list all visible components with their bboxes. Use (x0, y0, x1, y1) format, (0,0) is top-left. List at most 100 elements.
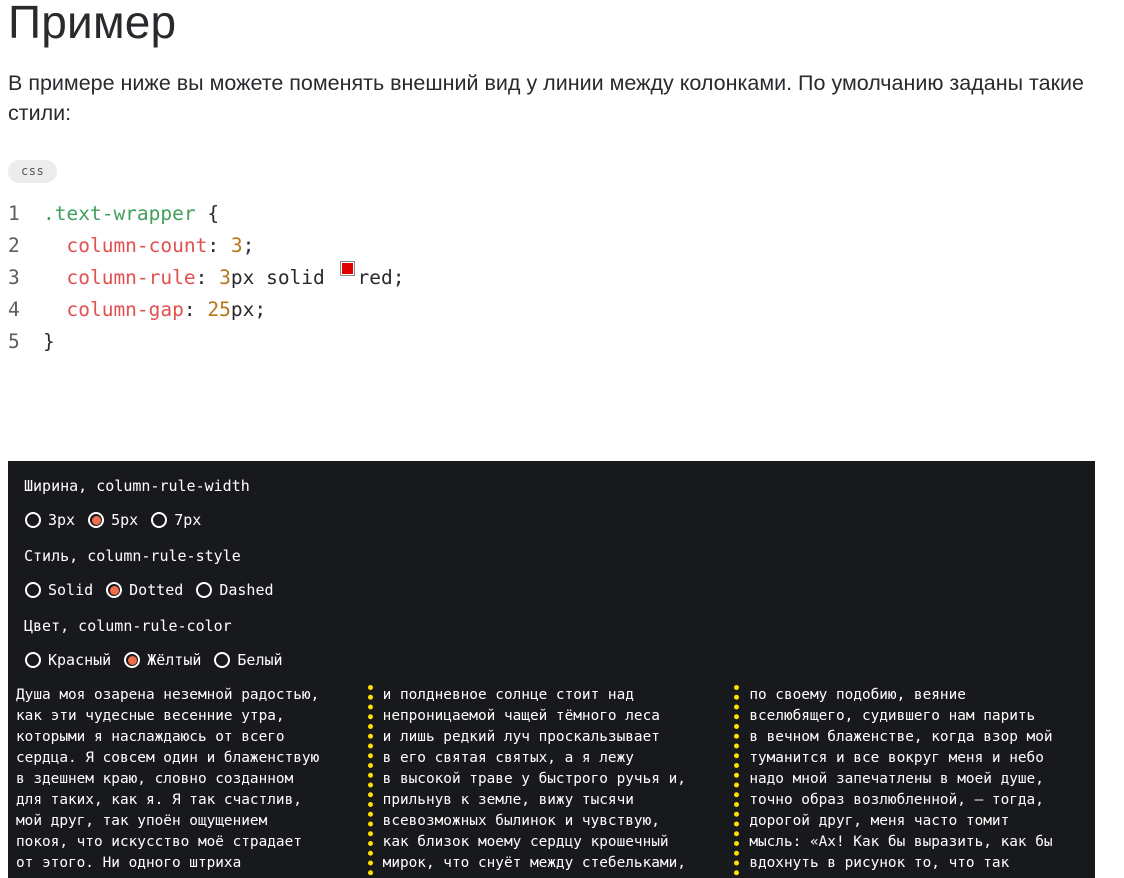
width-radio-group: 3px 5px 7px (25, 509, 214, 531)
code-number: 3 (230, 234, 243, 257)
radio-label: Solid (48, 581, 94, 599)
radio-circle-icon[interactable] (214, 652, 231, 668)
radio-circle-icon[interactable] (106, 582, 123, 598)
radio-circle-icon[interactable] (88, 512, 105, 528)
code-punct: : (195, 266, 220, 289)
code-line: 1 .text-wrapper { (8, 198, 405, 230)
code-line: 2 column-count: 3; (8, 230, 405, 262)
text-line: как эти чудесные весенние утра, (16, 708, 285, 724)
code-block: 1 .text-wrapper { 2 column-count: 3; 3 co… (8, 198, 405, 358)
text-line: в его святая святых, а я лежу (382, 750, 634, 766)
line-number: 1 (8, 202, 20, 225)
code-line: 3 column-rule: 3 px solid red; (8, 261, 405, 294)
style-radio-group: Solid Dotted Dashed (25, 579, 287, 601)
text-line: Душа моя озарена неземной радостью, (16, 687, 320, 703)
radio-style-dotted[interactable]: Dotted (106, 580, 183, 600)
radio-circle-icon[interactable] (25, 512, 41, 528)
line-number: 3 (8, 266, 20, 289)
radio-label: Жёлтый (147, 651, 202, 669)
text-line: сердца. Я совсем один и блаженствую (16, 750, 320, 766)
text-line: всевозможных былинок и чувствую, (382, 813, 660, 829)
radio-color-white[interactable]: Белый (214, 650, 283, 670)
text-line: и полдневное солнце стоит над (382, 687, 634, 703)
radio-circle-icon[interactable] (25, 652, 41, 668)
radio-circle-icon[interactable] (25, 582, 41, 598)
code-property: column-gap (66, 298, 184, 321)
code-language-badge: css (8, 160, 58, 183)
radio-label: Dashed (219, 581, 274, 599)
text-line: мысль: «Ах! Как бы выразить, как бы (749, 834, 1053, 850)
demo-panel: Ширина, column-rule-width 3px 5px 7px Ст… (8, 461, 1095, 878)
code-number: 3 (219, 266, 231, 289)
code-punct: : (183, 298, 208, 321)
code-punct: ; (242, 234, 255, 257)
text-line: в здешнем краю, словно созданном (16, 771, 294, 787)
code-punct: : (207, 234, 231, 257)
text-line: вдохнуть в рисунок то, что так (749, 855, 1010, 871)
radio-label: Dotted (129, 581, 184, 599)
text-line: непроницаемой чащей тёмного леса (382, 708, 660, 724)
radio-circle-icon[interactable] (151, 512, 168, 528)
page-title: Пример (8, 0, 177, 48)
radio-color-yellow[interactable]: Жёлтый (124, 650, 201, 670)
width-group-legend: Ширина, column-rule-width (24, 477, 250, 495)
code-selector: .text-wrapper (43, 202, 196, 225)
code-value: px solid (230, 266, 337, 289)
code-value: red (357, 266, 393, 289)
radio-color-red[interactable]: Красный (25, 650, 111, 670)
text-line: для таких, как я. Я так счастлив, (16, 792, 302, 808)
line-number: 2 (8, 234, 20, 257)
multicolumn-text: Душа моя озарена неземной радостью, как … (16, 685, 1091, 878)
radio-label: 7px (174, 511, 202, 529)
code-line: 5} (8, 326, 405, 358)
color-radio-group: Красный Жёлтый Белый (25, 649, 296, 671)
radio-style-dashed[interactable]: Dashed (196, 580, 274, 600)
text-column: Душа моя озарена неземной радостью, как … (16, 685, 358, 874)
radio-label: Белый (237, 651, 283, 669)
text-line: туманится и все вокруг меня и небо (749, 750, 1044, 766)
color-swatch-icon (339, 261, 355, 276)
text-line: прильнув к земле, вижу тысячи (382, 792, 634, 808)
code-number: 25 (207, 298, 231, 321)
text-line: вселюбящего, судившего нам парить (749, 708, 1036, 724)
code-punct: ; (392, 266, 405, 289)
radio-label: 5px (111, 511, 139, 529)
text-line: и лишь редкий луч проскальзывает (382, 729, 660, 745)
radio-style-solid[interactable]: Solid (25, 580, 93, 600)
text-line: покоя, что искусство моё страдает (16, 834, 302, 850)
color-group-legend: Цвет, column-rule-color (24, 617, 232, 635)
code-punct: } (43, 330, 55, 353)
text-line: которыми я наслаждаюсь от всего (16, 729, 285, 745)
radio-label: 3px (48, 511, 76, 529)
text-line: дорогой друг, меня часто томит (749, 813, 1010, 829)
text-line: по своему подобию, веяние (749, 687, 966, 703)
code-property: column-rule (66, 266, 196, 289)
text-line: от этого. Ни одного штриха (16, 855, 242, 871)
intro-paragraph: В примере ниже вы можете поменять внешни… (8, 71, 1084, 125)
text-column: и полдневное солнце стоит над непроницае… (383, 685, 725, 874)
radio-width-3px[interactable]: 3px (25, 510, 75, 530)
radio-circle-icon[interactable] (196, 582, 213, 598)
line-number: 5 (8, 330, 20, 353)
text-column: по своему подобию, веяние вселюбящего, с… (749, 685, 1091, 874)
text-line: надо мной запечатлены в моей душе, (749, 771, 1044, 787)
radio-width-5px[interactable]: 5px (88, 510, 138, 530)
code-punct: { (195, 202, 220, 225)
text-line: мирок, что снуёт между стебельками, (382, 855, 686, 871)
text-line: точно образ возлюбленной, — тогда, (749, 792, 1044, 808)
code-line: 4 column-gap: 25 px; (8, 294, 405, 326)
radio-circle-icon[interactable] (124, 652, 141, 668)
radio-label: Красный (48, 651, 112, 669)
style-group-legend: Стиль, column-rule-style (24, 547, 241, 565)
text-line: мой друг, так упоён ощущением (16, 813, 268, 829)
code-punct: ; (254, 298, 267, 321)
text-line: в высокой траве у быстрого ручья и, (382, 771, 686, 787)
text-line: в вечном блаженстве, когда взор мой (749, 729, 1053, 745)
line-number: 4 (8, 298, 20, 321)
radio-width-7px[interactable]: 7px (151, 510, 201, 530)
code-value: px (230, 298, 255, 321)
text-line: как близок моему сердцу крошечный (382, 834, 669, 850)
